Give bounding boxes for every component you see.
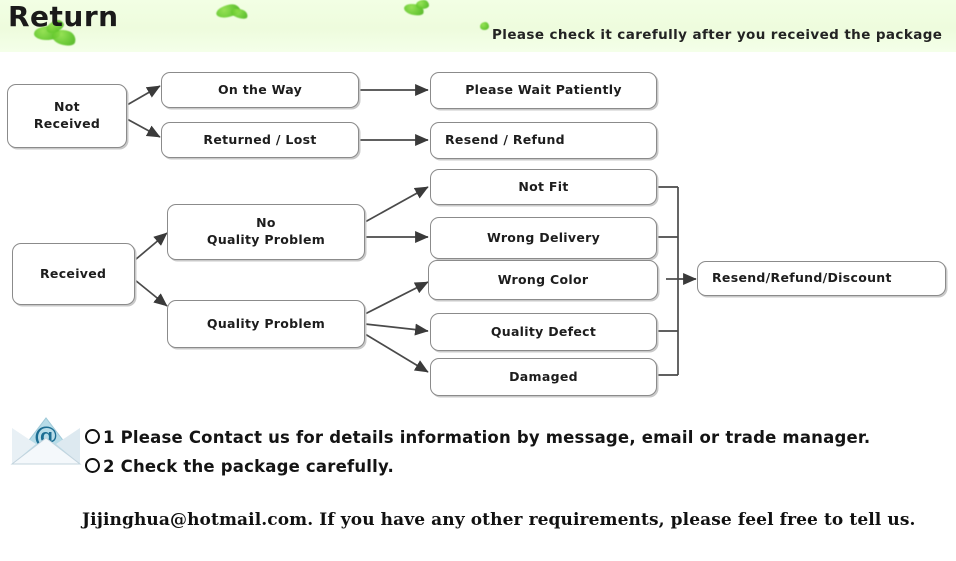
contact-email-text: Jijinghua@hotmail.com. If you have any o… xyxy=(82,510,916,530)
node-resend-refund-discount-label: Resend/Refund/Discount xyxy=(712,270,892,286)
node-damaged[interactable]: Damaged xyxy=(430,358,657,396)
node-not-received-label: Not Received xyxy=(33,99,101,131)
footer-note-1: 1 Please Contact us for details informat… xyxy=(85,428,870,447)
node-received[interactable]: Received xyxy=(12,243,135,305)
page-title: Return xyxy=(8,0,119,33)
node-resend-refund[interactable]: Resend / Refund xyxy=(430,122,657,159)
node-wrong-delivery[interactable]: Wrong Delivery xyxy=(430,217,657,259)
node-damaged-label: Damaged xyxy=(509,368,578,384)
node-no-quality-problem[interactable]: No Quality Problem xyxy=(167,204,365,260)
node-returned-lost-label: Returned / Lost xyxy=(203,131,317,147)
node-quality-defect[interactable]: Quality Defect xyxy=(430,313,657,351)
node-not-fit-label: Not Fit xyxy=(518,178,569,194)
leaf-decoration xyxy=(480,22,489,30)
node-please-wait-patiently[interactable]: Please Wait Patiently xyxy=(430,72,657,109)
footer-note-2: 2 Check the package carefully. xyxy=(85,457,394,476)
node-wrong-delivery-label: Wrong Delivery xyxy=(486,229,601,245)
node-not-received[interactable]: Not Received xyxy=(7,84,127,148)
node-no-quality-problem-label: No Quality Problem xyxy=(206,215,326,247)
node-quality-defect-label: Quality Defect xyxy=(490,323,597,339)
page-header-banner: Return Please check it carefully after y… xyxy=(0,0,956,52)
node-please-wait-patiently-label: Please Wait Patiently xyxy=(465,82,622,98)
node-not-fit[interactable]: Not Fit xyxy=(430,169,657,205)
footer-note-1-marker: 1 xyxy=(103,428,115,447)
footer-note-2-text: Check the package carefully. xyxy=(120,457,394,476)
leaf-decoration xyxy=(416,0,429,9)
footer-note-2-marker: 2 xyxy=(103,457,115,476)
circle-bullet-icon xyxy=(85,429,100,444)
banner-note: Please check it carefully after you rece… xyxy=(492,27,943,43)
node-wrong-color[interactable]: Wrong Color xyxy=(428,260,658,300)
circle-bullet-icon xyxy=(85,458,100,473)
node-received-label: Received xyxy=(40,265,107,281)
node-wrong-color-label: Wrong Color xyxy=(497,271,589,287)
node-on-the-way-label: On the Way xyxy=(217,81,303,97)
at-envelope-icon: @ xyxy=(10,417,82,465)
leaf-decoration xyxy=(229,6,250,21)
node-quality-problem-label: Quality Problem xyxy=(206,315,326,331)
node-on-the-way[interactable]: On the Way xyxy=(161,72,359,108)
node-resend-refund-discount[interactable]: Resend/Refund/Discount xyxy=(697,261,946,296)
return-flowchart: Not Received On the Way Returned / Lost … xyxy=(0,52,956,402)
node-quality-problem[interactable]: Quality Problem xyxy=(167,300,365,348)
node-resend-refund-label: Resend / Refund xyxy=(445,132,565,148)
footer-note-1-text: Please Contact us for details informatio… xyxy=(120,428,871,447)
node-returned-lost[interactable]: Returned / Lost xyxy=(161,122,359,158)
